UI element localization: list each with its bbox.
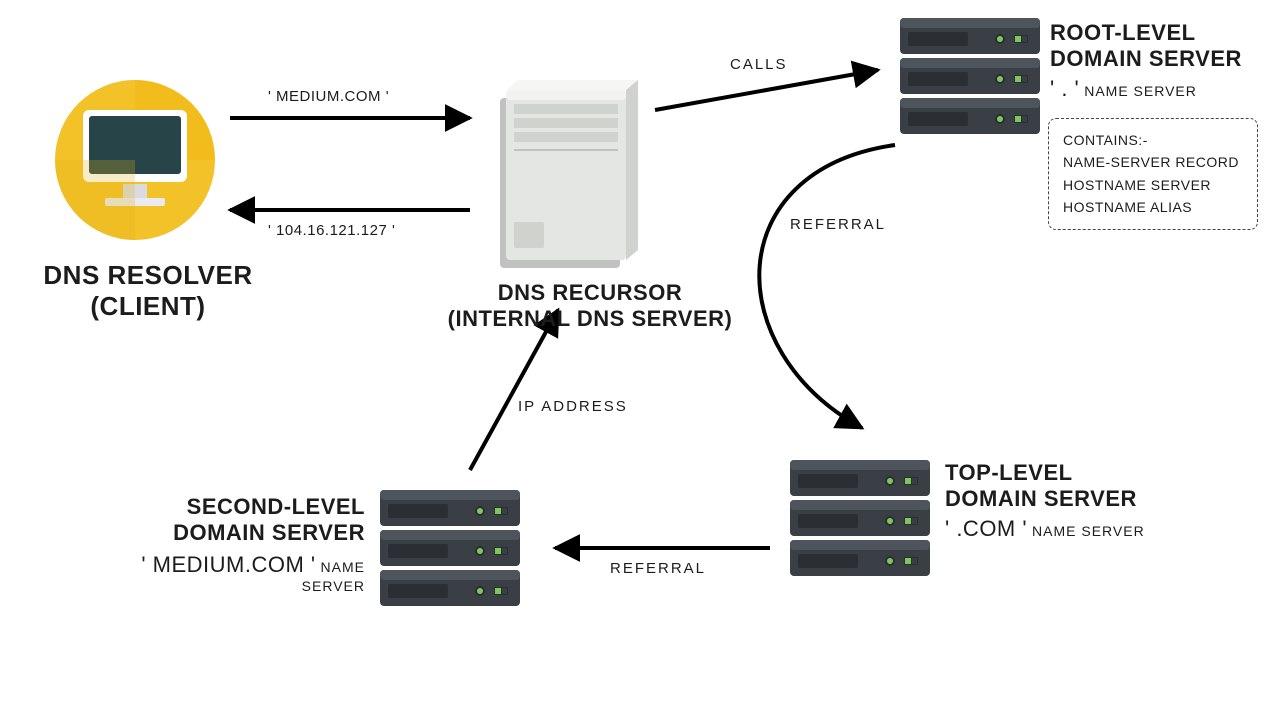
sld-title: SECOND-LEVEL DOMAIN SERVER ' MEDIUM.COM …: [105, 494, 365, 596]
root-title-line2: DOMAIN SERVER: [1050, 46, 1242, 72]
edge-ipaddr-label: IP ADDRESS: [518, 398, 628, 415]
tld-server-icon: [790, 460, 930, 576]
tld-title-line1: TOP-LEVEL: [945, 460, 1145, 486]
sld-title-line2: DOMAIN SERVER: [105, 520, 365, 546]
tld-title: TOP-LEVEL DOMAIN SERVER ' .COM ' NAME SE…: [945, 460, 1145, 542]
root-contains-line-2: HOSTNAME ALIAS: [1063, 196, 1243, 218]
root-contains-heading: CONTAINS:-: [1063, 129, 1243, 151]
arrow-recursor-to-root: [655, 70, 878, 110]
edge-answer-label: ' 104.16.121.127 ': [268, 222, 395, 239]
edge-referral1-label: REFERRAL: [790, 216, 886, 233]
client-title-line1: DNS RESOLVER: [43, 260, 252, 290]
root-contains-line-1: HOSTNAME SERVER: [1063, 174, 1243, 196]
sld-title-line1: SECOND-LEVEL: [105, 494, 365, 520]
edge-calls-label: CALLS: [730, 56, 788, 73]
diagram-svg: [0, 0, 1280, 720]
client-icon: [55, 80, 215, 240]
root-contains-line-0: NAME-SERVER RECORD: [1063, 151, 1243, 173]
edge-referral2-label: REFERRAL: [610, 560, 706, 577]
root-title-line1: ROOT-LEVEL: [1050, 20, 1242, 46]
root-namespace: ' . ': [1050, 76, 1079, 101]
recursor-title: DNS RECURSOR (INTERNAL DNS SERVER): [440, 280, 740, 332]
sld-server-icon: [380, 490, 520, 606]
arrow-sld-to-recursor: [470, 310, 558, 470]
edge-query-label: ' MEDIUM.COM ': [268, 88, 389, 105]
client-title-line2: (CLIENT): [90, 291, 205, 321]
recursor-title-line2: (INTERNAL DNS SERVER): [448, 306, 733, 331]
client-title: DNS RESOLVER (CLIENT): [18, 260, 278, 322]
root-contains-box: CONTAINS:- NAME-SERVER RECORD HOSTNAME S…: [1048, 118, 1258, 230]
root-title: ROOT-LEVEL DOMAIN SERVER ' . ' NAME SERV…: [1050, 20, 1242, 102]
tld-title-line2: DOMAIN SERVER: [945, 486, 1145, 512]
root-server-icon: [900, 18, 1040, 134]
tld-namespace: ' .COM ': [945, 516, 1027, 541]
recursor-title-line1: DNS RECURSOR: [498, 280, 682, 305]
sld-namespace: ' MEDIUM.COM ': [141, 552, 315, 577]
arrow-root-to-tld: [759, 145, 895, 428]
recursor-icon: [500, 80, 638, 268]
tld-ns-suffix: NAME SERVER: [1032, 523, 1145, 539]
root-ns-suffix: NAME SERVER: [1084, 83, 1197, 99]
